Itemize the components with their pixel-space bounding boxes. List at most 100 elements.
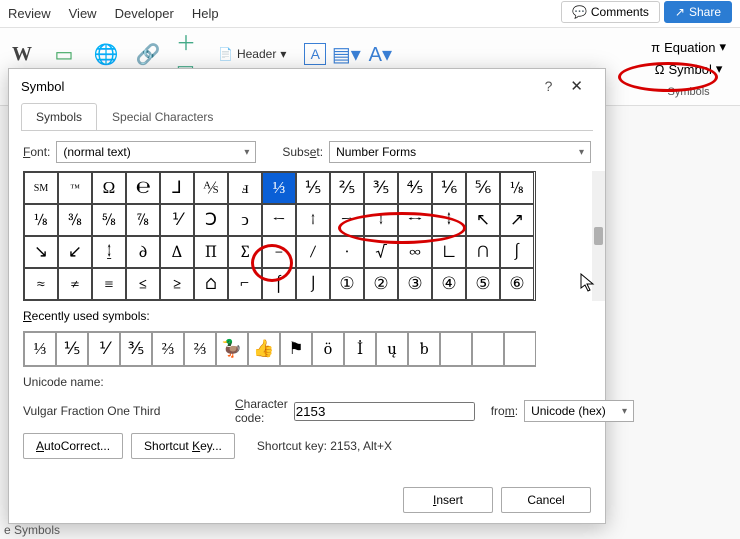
symbol-cell[interactable]: ⅖ [330, 172, 364, 204]
symbol-cell[interactable]: ← [262, 204, 296, 236]
link-icon[interactable]: 🔗 [134, 40, 162, 68]
symbol-grid[interactable]: SM™Ω℮⅃⅍ⅎ⅓⅕⅖⅗⅘⅙⅚⅛⅛⅜⅝⅞⅟Ↄↄ←↑→↓↔↕↖↗↘↙↨∂∆∏∑−∕… [23, 171, 536, 301]
symbol-cell[interactable]: ≠ [58, 268, 92, 300]
from-combo[interactable]: Unicode (hex) ▾ [524, 400, 634, 422]
symbol-cell[interactable]: ∙ [330, 236, 364, 268]
menu-help[interactable]: Help [192, 6, 219, 21]
recent-grid[interactable]: ⅓⅕⅟⅗⅔⅔🦆👍⚑öİųb [23, 331, 536, 367]
symbol-cell[interactable]: ∟ [432, 236, 466, 268]
symbol-cell[interactable]: ⅃ [160, 172, 194, 204]
recent-cell[interactable]: ⅕ [56, 332, 88, 366]
symbol-cell[interactable]: ↑ [296, 204, 330, 236]
symbol-cell[interactable]: ⌂ [194, 268, 228, 300]
recent-cell[interactable]: ⅗ [120, 332, 152, 366]
symbol-cell[interactable]: ② [364, 268, 398, 300]
symbol-cell[interactable]: ↕ [432, 204, 466, 236]
symbol-cell[interactable]: ⅞ [126, 204, 160, 236]
recent-cell[interactable] [440, 332, 472, 366]
recent-cell[interactable] [472, 332, 504, 366]
symbol-cell[interactable]: ≥ [160, 268, 194, 300]
help-button[interactable]: ? [537, 74, 561, 98]
recent-cell[interactable]: b [408, 332, 440, 366]
recent-cell[interactable]: ⚑ [280, 332, 312, 366]
cancel-button[interactable]: Cancel [501, 487, 591, 513]
symbol-cell[interactable]: ↗ [500, 204, 534, 236]
symbol-cell[interactable]: ⌡ [296, 268, 330, 300]
wordart-icon[interactable]: A▾ [366, 40, 394, 68]
symbol-cell[interactable]: ↖ [466, 204, 500, 236]
char-code-input[interactable] [294, 402, 475, 421]
symbol-cell[interactable]: ∕ [296, 236, 330, 268]
font-combo[interactable]: (normal text) ▾ [56, 141, 256, 163]
subset-combo[interactable]: Number Forms ▾ [329, 141, 591, 163]
symbol-cell[interactable]: ≡ [92, 268, 126, 300]
video-icon[interactable]: ▭ [50, 40, 78, 68]
symbol-cell[interactable]: SM [24, 172, 58, 204]
symbol-cell[interactable]: ⅗ [364, 172, 398, 204]
globe-icon[interactable]: 🌐 [92, 40, 120, 68]
menu-view[interactable]: View [69, 6, 97, 21]
quickparts-icon[interactable]: ▤▾ [332, 40, 360, 68]
recent-cell[interactable]: İ [344, 332, 376, 366]
symbol-cell[interactable]: ∞ [398, 236, 432, 268]
symbol-cell[interactable]: ⅝ [92, 204, 126, 236]
symbol-cell[interactable]: ⅛ [500, 172, 534, 204]
symbol-cell[interactable]: ∩ [466, 236, 500, 268]
symbol-cell[interactable]: ≈ [24, 268, 58, 300]
symbol-cell[interactable]: ⑤ [466, 268, 500, 300]
textbox-icon[interactable]: A [304, 43, 326, 65]
symbol-cell[interactable]: Ω [92, 172, 126, 204]
recent-cell[interactable]: ⅔ [152, 332, 184, 366]
symbol-cell[interactable]: ⅘ [398, 172, 432, 204]
symbol-cell[interactable]: ⅍ [194, 172, 228, 204]
close-button[interactable]: ✕ [560, 73, 593, 99]
symbol-cell[interactable]: ⅟ [160, 204, 194, 236]
symbol-cell[interactable]: Ↄ [194, 204, 228, 236]
symbol-cell[interactable]: ∂ [126, 236, 160, 268]
symbol-cell[interactable]: ∏ [194, 236, 228, 268]
share-button[interactable]: ↗ Share [664, 1, 732, 23]
equation-button[interactable]: π Equation ▾ [645, 36, 732, 58]
symbol-cell[interactable]: √ [364, 236, 398, 268]
tab-symbols[interactable]: Symbols [21, 103, 97, 131]
symbol-cell[interactable]: ™ [58, 172, 92, 204]
symbol-cell[interactable]: ⌠ [262, 268, 296, 300]
recent-cell[interactable] [504, 332, 536, 366]
symbol-cell[interactable]: ⅓ [262, 172, 296, 204]
symbol-cell[interactable]: ↄ [228, 204, 262, 236]
scrollbar-thumb[interactable] [594, 227, 603, 245]
symbol-cell[interactable]: ⅛ [24, 204, 58, 236]
recent-cell[interactable]: ⅟ [88, 332, 120, 366]
symbol-cell[interactable]: ↙ [58, 236, 92, 268]
symbol-cell[interactable]: ≤ [126, 268, 160, 300]
shortcut-key-button[interactable]: Shortcut Key... [131, 433, 235, 459]
comments-button[interactable]: 💬 Comments [561, 1, 660, 23]
symbol-cell[interactable]: ⅚ [466, 172, 500, 204]
symbol-cell[interactable]: ∆ [160, 236, 194, 268]
symbol-cell[interactable]: ⅙ [432, 172, 466, 204]
recent-cell[interactable]: 🦆 [216, 332, 248, 366]
symbol-cell[interactable]: − [262, 236, 296, 268]
wikipedia-icon[interactable]: W [8, 40, 36, 68]
symbol-cell[interactable]: → [330, 204, 364, 236]
symbol-cell[interactable]: ∫ [500, 236, 534, 268]
recent-cell[interactable]: ö [312, 332, 344, 366]
symbol-cell[interactable]: ℮ [126, 172, 160, 204]
symbol-button[interactable]: Ω Symbol ▾ [649, 58, 729, 80]
symbol-cell[interactable]: ④ [432, 268, 466, 300]
symbol-cell[interactable]: ⑥ [500, 268, 534, 300]
tab-special-characters[interactable]: Special Characters [97, 103, 228, 131]
autocorrect-button[interactable]: AutoCorrect... [23, 433, 123, 459]
insert-button[interactable]: Insert [403, 487, 493, 513]
symbol-cell[interactable]: ↓ [364, 204, 398, 236]
symbol-cell[interactable]: ⅎ [228, 172, 262, 204]
comment-new-icon[interactable]: ＋▭ [176, 40, 204, 68]
menu-developer[interactable]: Developer [115, 6, 174, 21]
menu-review[interactable]: Review [8, 6, 51, 21]
symbol-cell[interactable]: ↨ [92, 236, 126, 268]
symbol-cell[interactable]: ⅜ [58, 204, 92, 236]
recent-cell[interactable]: ⅔ [184, 332, 216, 366]
symbol-cell[interactable]: ⅕ [296, 172, 330, 204]
symbol-cell[interactable]: ① [330, 268, 364, 300]
symbol-cell[interactable]: ↔ [398, 204, 432, 236]
